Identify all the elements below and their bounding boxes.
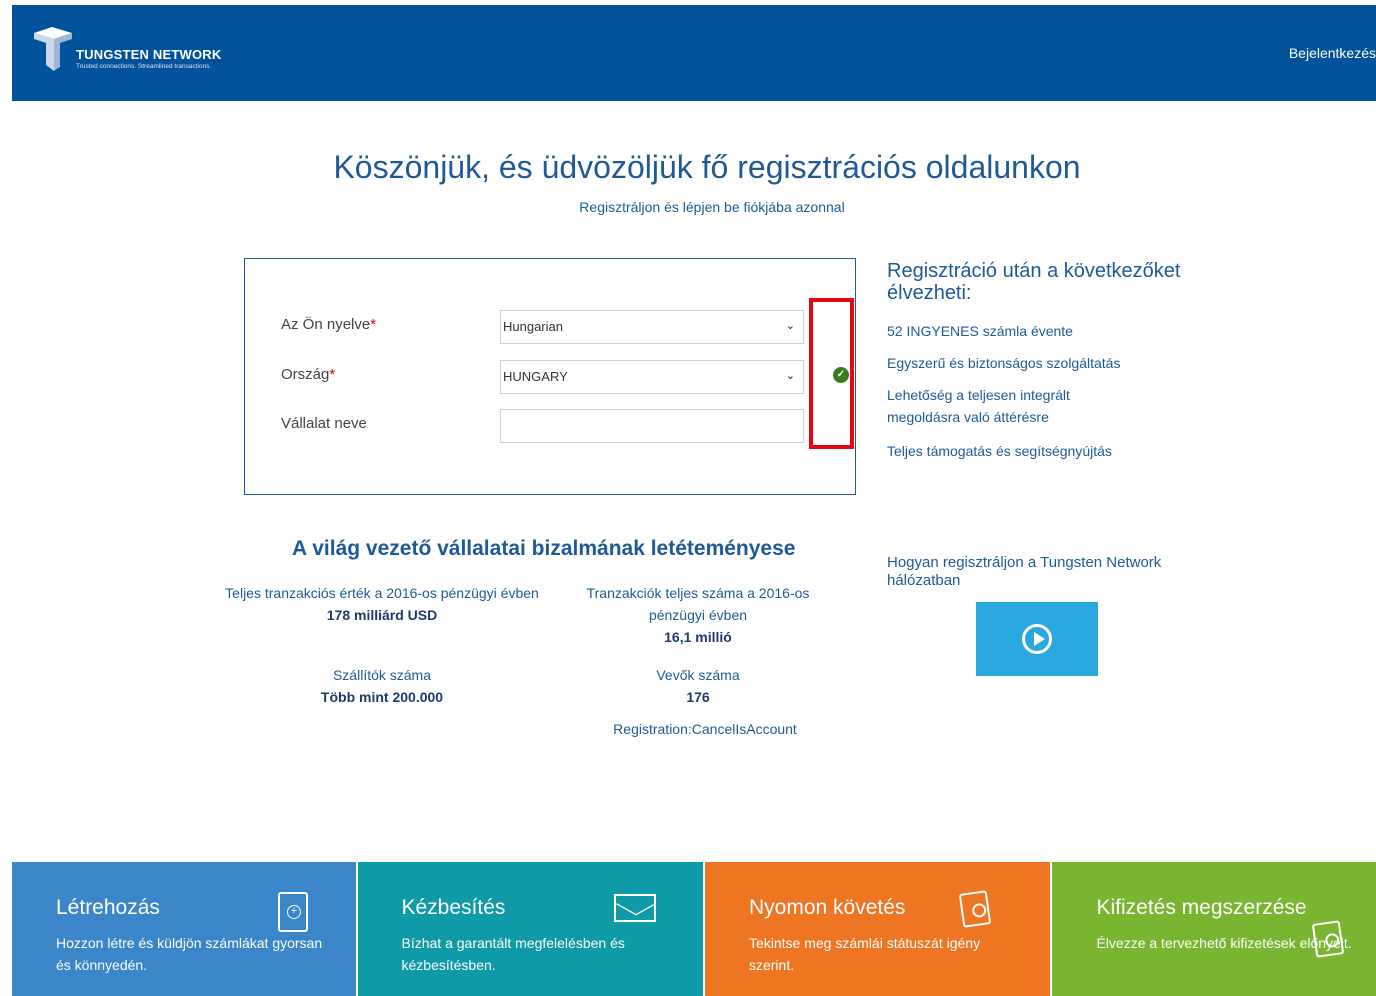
tile-title: Kézbesítés	[401, 896, 506, 919]
highlight-box	[809, 298, 854, 449]
brand-logo[interactable]: TUNGSTEN NETWORK Trusted connections. St…	[32, 25, 221, 73]
video-play-button[interactable]	[976, 602, 1098, 676]
feature-tiles: Létrehozás Hozzon létre és küldjön száml…	[12, 862, 1376, 996]
tile-create[interactable]: Létrehozás Hozzon létre és küldjön száml…	[12, 862, 356, 996]
benefit-item: Egyszerű és biztonságos szolgáltatás	[887, 355, 1121, 371]
tile-payment[interactable]: Kifizetés megszerzése Élvezze a tervezhe…	[1052, 862, 1376, 996]
tile-title: Kifizetés megszerzése	[1096, 896, 1307, 919]
tile-tracking[interactable]: Nyomon követés Tekintse meg számlái stát…	[704, 862, 1051, 996]
registration-form: Az Ön nyelve* Hungarian ⌄ Ország* HUNGARY…	[244, 258, 856, 495]
country-label: Ország*	[281, 366, 336, 383]
company-label: Vállalat neve	[281, 415, 367, 432]
benefit-item: 52 INGYENES számla évente	[887, 323, 1073, 339]
stat-total-transactions: Tranzakciók teljes száma a 2016-os pénzü…	[586, 585, 810, 645]
registration-footnote: Registration:CancelIsAccount	[613, 721, 797, 737]
logo-mark-icon	[34, 27, 72, 71]
benefits-title: Regisztráció után a következőket élvezhe…	[887, 260, 1181, 304]
login-link[interactable]: Bejelentkezés	[1289, 45, 1376, 61]
document-search-icon	[958, 890, 992, 928]
language-label: Az Ön nyelve*	[281, 316, 377, 333]
benefit-item: Lehetőség a teljesen integrált megoldásr…	[887, 387, 1070, 425]
required-mark: *	[329, 366, 336, 383]
trust-heading: A világ vezető vállalatai bizalmának let…	[292, 537, 796, 560]
stat-buyers: Vevők száma 176	[656, 667, 740, 705]
chevron-down-icon: ⌄	[785, 320, 795, 332]
language-select[interactable]: Hungarian ⌄	[500, 310, 804, 344]
tile-text: Tekintse meg számlái státuszát igény sze…	[748, 935, 981, 973]
stat-suppliers: Szállítók száma Több mint 200.000	[320, 667, 444, 705]
country-select[interactable]: HUNGARY ⌄	[500, 360, 804, 394]
chevron-down-icon: ⌄	[785, 370, 795, 382]
page-subtitle: Regisztráljon és lépjen be fiókjába azon…	[579, 199, 845, 215]
tile-text: Hozzon létre és küldjön számlákat gyorsa…	[56, 935, 323, 973]
required-mark: *	[370, 316, 377, 333]
brand-tagline: Trusted connections. Streamlined transac…	[76, 63, 212, 70]
envelope-icon	[613, 894, 656, 922]
tile-title: Létrehozás	[56, 896, 160, 919]
play-icon	[1022, 624, 1052, 654]
benefit-item: Teljes támogatás és segítségnyújtás	[887, 443, 1112, 459]
benefits-panel: Regisztráció után a következőket élvezhe…	[887, 260, 1187, 459]
tile-text: Bízhat a garantált megfelelésben és kézb…	[401, 935, 625, 973]
page-title: Köszönjük, és üdvözöljük fő regisztráció…	[333, 149, 1081, 185]
video-title: Hogyan regisztráljon a Tungsten Network …	[887, 554, 1162, 589]
tile-delivery[interactable]: Kézbesítés Bízhat a garantált megfelelés…	[357, 862, 703, 996]
tile-title: Nyomon követés	[748, 896, 906, 919]
company-name-input[interactable]	[500, 409, 804, 443]
stat-total-value: Teljes tranzakciós érték a 2016-os pénzü…	[225, 585, 539, 623]
document-search-icon	[1312, 920, 1345, 958]
top-header: TUNGSTEN NETWORK Trusted connections. St…	[12, 5, 1376, 101]
document-add-icon	[278, 892, 308, 932]
brand-name: TUNGSTEN NETWORK	[76, 47, 222, 62]
